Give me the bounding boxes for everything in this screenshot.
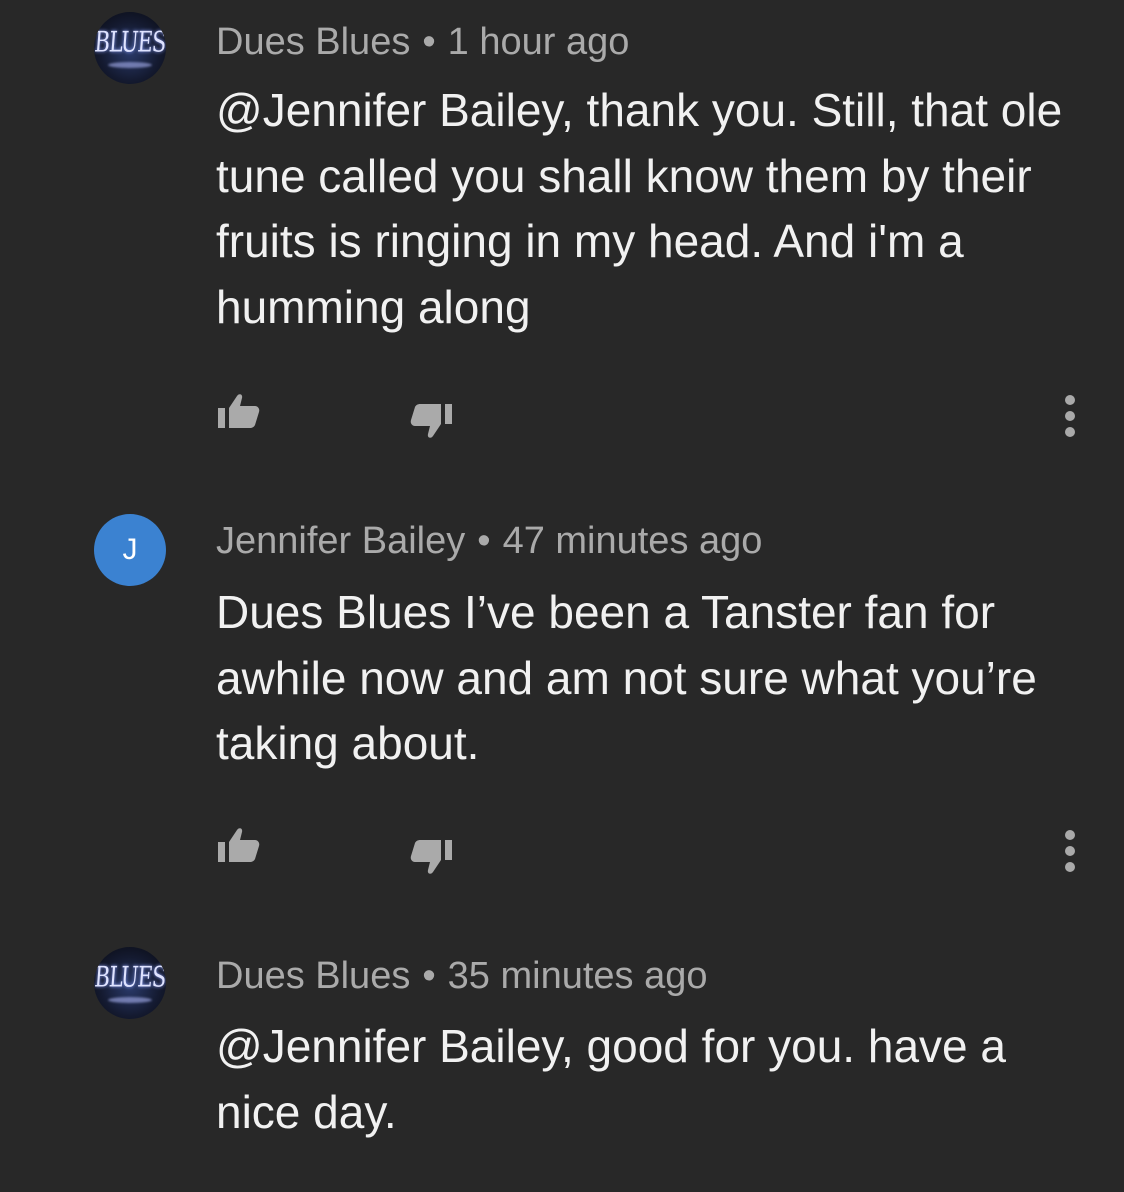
avatar-image-text: BLUES <box>94 960 166 994</box>
comment-author[interactable]: Jennifer Bailey <box>216 520 465 562</box>
thumbs-down-icon <box>410 404 452 438</box>
comment-time[interactable]: 35 minutes ago <box>448 955 708 997</box>
avatar[interactable]: BLUES <box>94 947 166 1019</box>
thumbs-up-icon <box>218 394 260 428</box>
like-button[interactable] <box>212 820 264 872</box>
comment-time[interactable]: 47 minutes ago <box>503 520 763 562</box>
more-options-button[interactable] <box>1052 825 1088 877</box>
thumbs-up-icon <box>218 828 260 862</box>
avatar-image-text: BLUES <box>94 25 166 59</box>
comment-meta: Dues Blues • 1 hour ago <box>216 19 629 65</box>
comment-meta: Jennifer Bailey • 47 minutes ago <box>216 518 762 564</box>
like-button[interactable] <box>212 386 264 438</box>
meta-separator: • <box>477 520 491 562</box>
comment-author[interactable]: Dues Blues <box>216 955 410 997</box>
more-vertical-icon <box>1065 830 1075 872</box>
comment-meta: Dues Blues • 35 minutes ago <box>216 953 707 999</box>
dislike-button[interactable] <box>406 830 458 882</box>
avatar-decoration <box>108 62 152 68</box>
meta-separator: • <box>422 955 436 997</box>
more-options-button[interactable] <box>1052 390 1088 442</box>
more-vertical-icon <box>1065 395 1075 437</box>
comment-time[interactable]: 1 hour ago <box>448 21 630 63</box>
avatar[interactable]: BLUES <box>94 12 166 84</box>
avatar-initial: J <box>122 533 138 566</box>
comment-text: @Jennifer Bailey, thank you. Still, that… <box>216 84 1063 333</box>
comment-text: Dues Blues I’ve been a Tanster fan for a… <box>216 586 1037 769</box>
meta-separator: • <box>422 21 436 63</box>
comment-author[interactable]: Dues Blues <box>216 21 410 63</box>
thumbs-down-icon <box>410 840 452 874</box>
dislike-button[interactable] <box>406 394 458 446</box>
avatar-decoration <box>108 997 152 1003</box>
avatar[interactable]: J <box>94 514 166 586</box>
comment-text: @Jennifer Bailey, good for you. have a n… <box>216 1020 1006 1138</box>
